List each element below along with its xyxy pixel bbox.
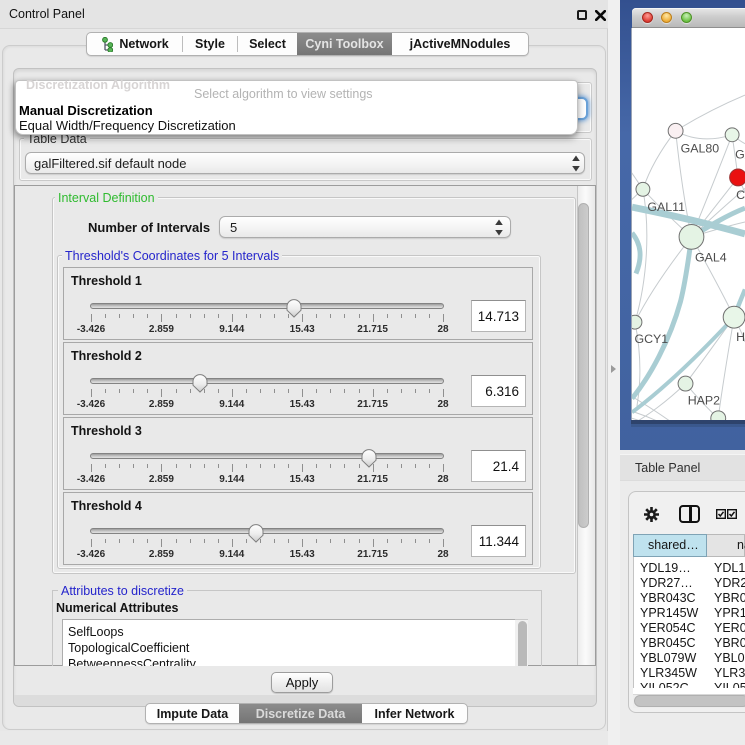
svg-text:H: H: [736, 330, 745, 344]
svg-text:GAL11: GAL11: [647, 200, 685, 214]
svg-text:C: C: [736, 188, 745, 202]
svg-text:GCY1: GCY1: [634, 332, 668, 346]
svg-text:HAP2: HAP2: [688, 393, 720, 407]
svg-text:GA: GA: [735, 148, 745, 162]
svg-text:GAL80: GAL80: [681, 142, 720, 156]
svg-text:GAL4: GAL4: [695, 251, 727, 265]
